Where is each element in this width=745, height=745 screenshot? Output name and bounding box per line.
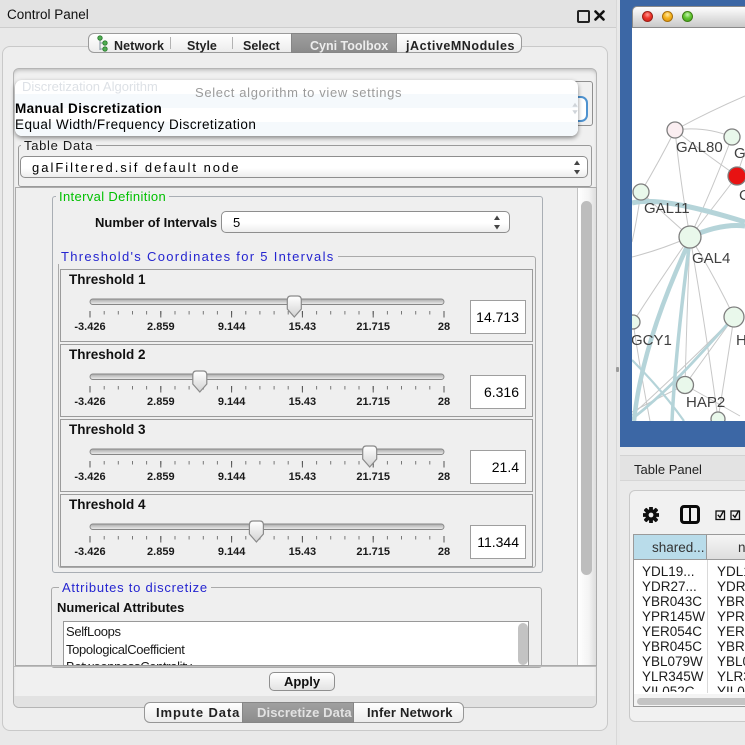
svg-text:2.859: 2.859	[147, 471, 175, 483]
svg-text:H: H	[736, 332, 745, 349]
svg-text:2.859: 2.859	[147, 546, 175, 558]
svg-text:-3.426: -3.426	[74, 471, 105, 483]
svg-text:C: C	[739, 187, 745, 204]
svg-text:15.43: 15.43	[289, 471, 317, 483]
svg-text:21.715: 21.715	[356, 471, 390, 483]
svg-text:15.43: 15.43	[289, 321, 317, 333]
svg-text:9.144: 9.144	[218, 546, 246, 558]
svg-text:2.859: 2.859	[147, 321, 175, 333]
svg-text:9.144: 9.144	[218, 396, 246, 408]
svg-text:GAL80: GAL80	[676, 139, 723, 156]
svg-text:28: 28	[438, 471, 450, 483]
svg-text:15.43: 15.43	[289, 396, 317, 408]
svg-text:GAL11: GAL11	[644, 200, 690, 217]
svg-text:9.144: 9.144	[218, 321, 246, 333]
svg-text:2.859: 2.859	[147, 396, 175, 408]
svg-text:15.43: 15.43	[289, 546, 317, 558]
svg-text:9.144: 9.144	[218, 471, 246, 483]
svg-text:21.715: 21.715	[356, 396, 390, 408]
svg-text:28: 28	[438, 321, 450, 333]
svg-text:HAP2: HAP2	[686, 394, 725, 411]
svg-text:28: 28	[438, 396, 450, 408]
svg-text:GAL4: GAL4	[692, 250, 730, 267]
svg-text:-3.426: -3.426	[74, 546, 105, 558]
svg-text:-3.426: -3.426	[74, 396, 105, 408]
svg-text:-3.426: -3.426	[74, 321, 105, 333]
svg-text:GA: GA	[734, 145, 745, 162]
svg-text:28: 28	[438, 546, 450, 558]
svg-text:GCY1: GCY1	[632, 332, 672, 349]
svg-text:21.715: 21.715	[356, 546, 390, 558]
svg-text:21.715: 21.715	[356, 321, 390, 333]
